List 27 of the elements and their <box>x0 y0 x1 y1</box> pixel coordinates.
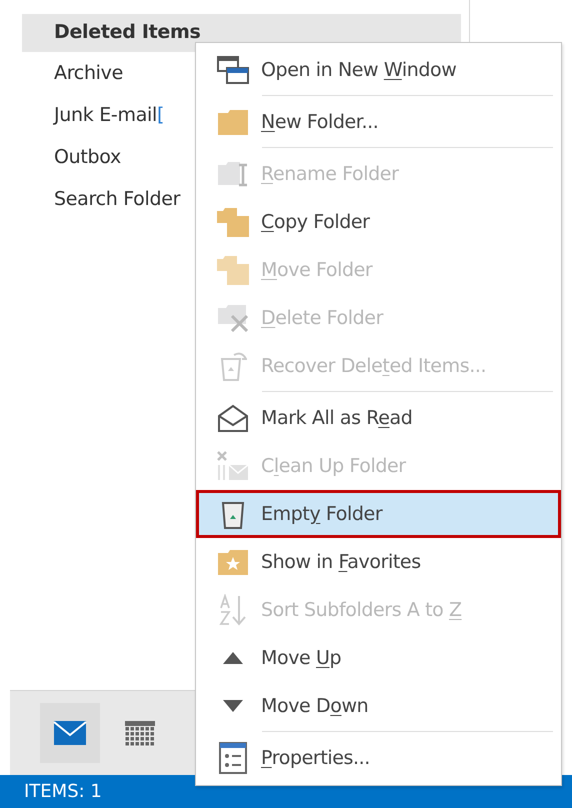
sort-icon <box>219 594 247 626</box>
menu-item[interactable]: New Folder... <box>196 98 561 146</box>
folders-icon <box>217 207 249 237</box>
up-triangle-icon <box>223 652 243 664</box>
nav-button[interactable] <box>40 703 100 763</box>
folder-rename-icon <box>218 161 248 187</box>
menu-item[interactable]: Move Down <box>196 682 561 730</box>
menu-item[interactable]: Empty Folder <box>196 490 561 538</box>
menu-item[interactable]: Copy Folder <box>196 198 561 246</box>
menu-item[interactable]: Properties... <box>196 734 561 782</box>
menu-item[interactable]: Mark All as Read <box>196 394 561 442</box>
mail-icon <box>53 720 87 746</box>
item-count: ITEMS: 1 <box>24 781 102 802</box>
down-triangle-icon <box>223 700 243 712</box>
properties-icon <box>219 742 247 774</box>
folder-star-icon <box>218 549 248 575</box>
envelope-clean-icon <box>217 451 249 481</box>
bin-icon <box>221 499 245 529</box>
calendar-icon <box>125 720 155 746</box>
folders-icon <box>217 255 249 285</box>
folder-delete-icon <box>218 304 248 332</box>
menu-item[interactable]: Show in Favorites <box>196 538 561 586</box>
windows-icon <box>217 56 249 84</box>
menu-item[interactable]: Move Up <box>196 634 561 682</box>
recycle-bin-icon <box>219 351 247 381</box>
folder-icon <box>218 109 248 135</box>
open-envelope-icon <box>217 404 249 432</box>
